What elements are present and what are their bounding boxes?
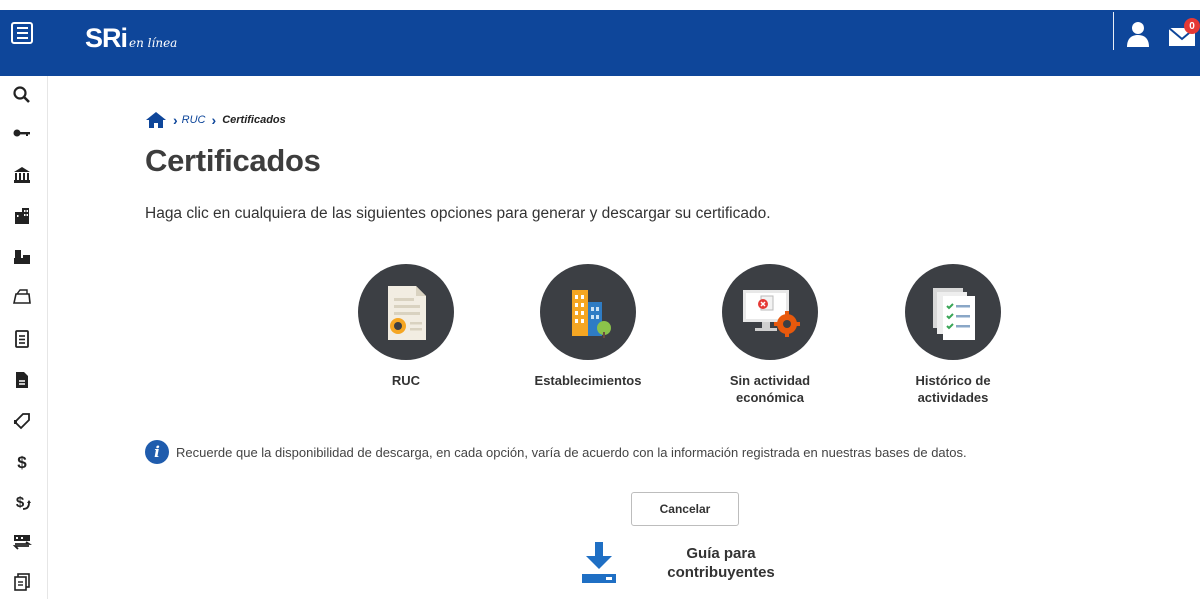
tag-icon xyxy=(13,413,30,430)
option-label: Sin actividad económica xyxy=(729,373,811,405)
option-circle xyxy=(540,264,636,360)
menu-line xyxy=(16,32,28,34)
option-sin-actividad[interactable]: Sin actividad económica xyxy=(670,264,870,406)
menu-button[interactable] xyxy=(11,22,33,44)
svg-text:$: $ xyxy=(17,453,27,472)
dollar-return-icon: $ xyxy=(16,494,31,511)
option-ruc[interactable]: RUC xyxy=(306,264,506,389)
option-circle xyxy=(722,264,818,360)
download-icon xyxy=(582,542,616,583)
certificate-icon xyxy=(388,286,426,340)
monitor-gear-icon xyxy=(743,290,800,337)
intro-text: Haga clic en cualquiera de las siguiente… xyxy=(145,205,771,222)
sidebar-buildings[interactable] xyxy=(9,203,35,229)
top-bar-main xyxy=(0,10,1200,76)
logo-main-text: SRi xyxy=(85,23,128,53)
top-divider xyxy=(1113,12,1114,50)
dollar-icon: $ xyxy=(17,453,27,472)
bank-icon xyxy=(14,167,30,183)
info-notice: i Recuerde que la disponibilidad de desc… xyxy=(145,440,967,464)
document-filled-icon xyxy=(16,372,28,388)
option-label: RUC xyxy=(391,373,421,388)
guide-label: Guía para contribuyentes xyxy=(667,545,775,581)
sidebar-document[interactable] xyxy=(9,367,35,393)
option-historico[interactable]: Histórico de actividades xyxy=(853,264,1053,406)
option-circle xyxy=(358,264,454,360)
page-title: Certificados xyxy=(145,143,321,178)
logo-sub-text: en línea xyxy=(129,36,178,50)
chevron-right-icon: › xyxy=(173,112,178,128)
transfer-icon xyxy=(12,535,32,550)
breadcrumb-ruc[interactable]: RUC xyxy=(182,114,206,126)
sidebar-folder[interactable] xyxy=(9,284,35,310)
key-icon xyxy=(13,129,30,137)
info-text: Recuerde que la disponibilidad de descar… xyxy=(176,444,967,460)
sidebar-key[interactable] xyxy=(9,120,35,146)
top-bar-accent xyxy=(0,0,1200,10)
buildings-icon xyxy=(572,290,611,338)
info-icon: i xyxy=(145,440,169,464)
search-icon xyxy=(13,86,30,103)
breadcrumb-current: Certificados xyxy=(222,114,286,126)
option-label: Histórico de actividades xyxy=(915,373,991,405)
home-icon[interactable] xyxy=(145,111,167,129)
document-list-icon xyxy=(15,330,29,348)
sidebar-search[interactable] xyxy=(9,82,35,108)
sri-logo[interactable]: SRi en línea xyxy=(85,13,177,53)
sidebar-factory[interactable] xyxy=(9,243,35,269)
option-circle xyxy=(905,264,1001,360)
checklist-icon xyxy=(933,288,975,340)
menu-line xyxy=(16,37,28,39)
notification-badge: 0 xyxy=(1184,18,1200,34)
sidebar-dollar-return[interactable]: $ xyxy=(9,489,35,515)
buildings-icon xyxy=(15,208,29,224)
factory-icon xyxy=(14,250,30,264)
folder-icon xyxy=(13,289,31,304)
sidebar-document-list[interactable] xyxy=(9,326,35,352)
sidebar-dollar[interactable]: $ xyxy=(9,449,35,475)
sidebar-tag[interactable] xyxy=(9,408,35,434)
documents-icon xyxy=(14,573,30,591)
user-icon[interactable] xyxy=(1124,20,1152,48)
option-label: Establecimientos xyxy=(534,373,642,388)
sidebar: $ $ xyxy=(0,76,48,599)
option-establecimientos[interactable]: Establecimientos xyxy=(488,264,688,389)
sidebar-transfer[interactable] xyxy=(9,529,35,555)
breadcrumb: › RUC › Certificados xyxy=(145,110,286,130)
sidebar-documents[interactable] xyxy=(9,569,35,595)
top-bar: SRi en línea 0 xyxy=(0,0,1200,76)
chevron-right-icon: › xyxy=(211,112,217,128)
cancel-button[interactable]: Cancelar xyxy=(631,492,739,526)
menu-line xyxy=(16,27,28,29)
sidebar-bank[interactable] xyxy=(9,162,35,188)
guide-link[interactable]: Guía para contribuyentes xyxy=(580,542,776,584)
